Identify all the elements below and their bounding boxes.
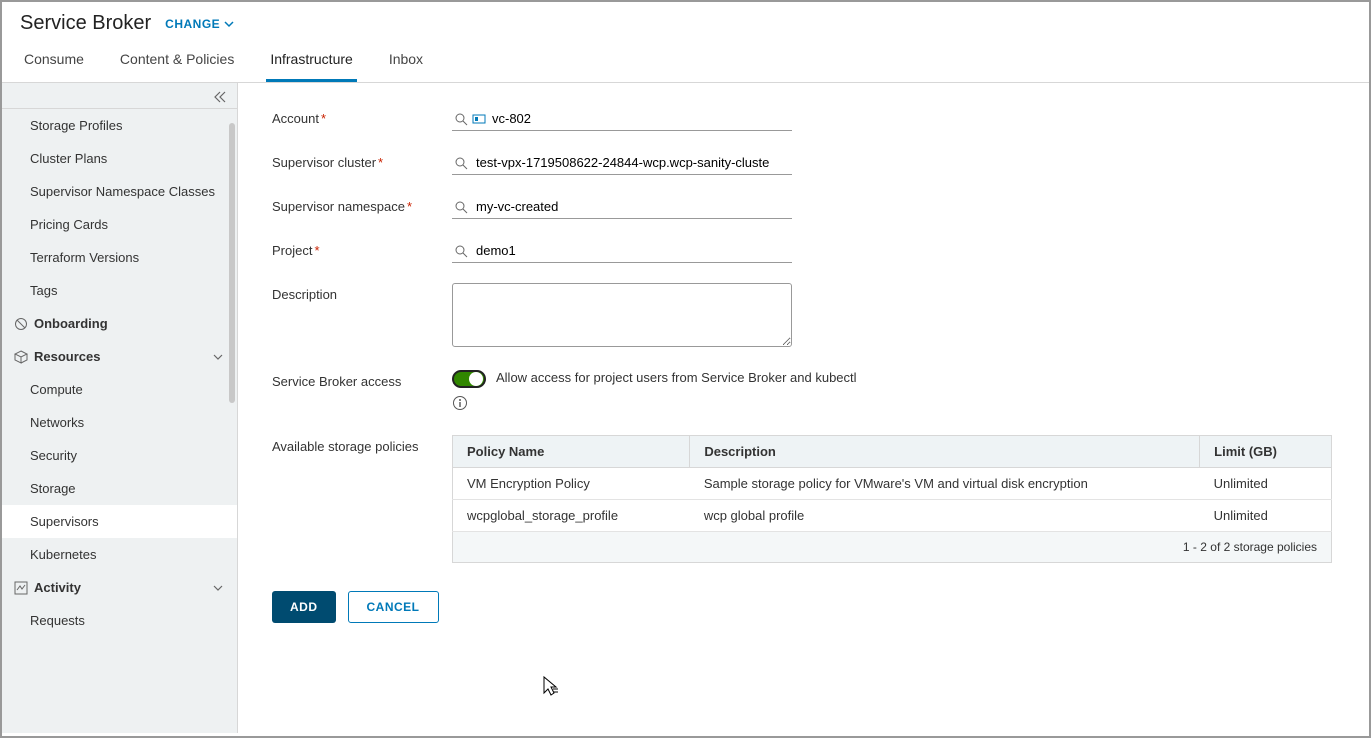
sidebar-item-supervisors[interactable]: Supervisors [2, 505, 237, 538]
cell-policy: VM Encryption Policy [453, 467, 690, 499]
label-project: Project* [272, 239, 452, 263]
label-description: Description [272, 283, 452, 350]
sidebar-item-security[interactable]: Security [2, 439, 237, 472]
description-textarea[interactable] [452, 283, 792, 347]
collapse-sidebar-icon[interactable] [213, 88, 227, 103]
table-row[interactable]: wcpglobal_storage_profilewcp global prof… [453, 499, 1332, 531]
sidebar: Storage Profiles Cluster Plans Superviso… [2, 83, 238, 733]
main-content: Account* Supervisor cluster* Supervisor … [238, 83, 1369, 733]
tab-infrastructure[interactable]: Infrastructure [266, 41, 356, 82]
chevron-down-icon [213, 352, 223, 362]
supervisor-namespace-input[interactable] [452, 195, 792, 219]
sidebar-item-compute[interactable]: Compute [2, 373, 237, 406]
sidebar-group-activity[interactable]: Activity [2, 571, 237, 604]
label-sb-access: Service Broker access [272, 370, 452, 411]
info-icon[interactable] [452, 394, 857, 411]
sidebar-item-terraform-versions[interactable]: Terraform Versions [2, 241, 237, 274]
app-title: Service Broker [20, 12, 151, 35]
change-label: CHANGE [165, 17, 220, 31]
search-icon [454, 198, 468, 214]
cell-limit: Unlimited [1200, 467, 1332, 499]
label-supervisor-namespace: Supervisor namespace* [272, 195, 452, 219]
sidebar-item-pricing-cards[interactable]: Pricing Cards [2, 208, 237, 241]
sidebar-item-requests[interactable]: Requests [2, 604, 237, 637]
tab-inbox[interactable]: Inbox [385, 41, 427, 82]
resources-label: Resources [34, 349, 100, 364]
onboarding-icon [14, 317, 28, 331]
sidebar-item-tags[interactable]: Tags [2, 274, 237, 307]
cell-desc: Sample storage policy for VMware's VM an… [690, 467, 1200, 499]
sidebar-collapse-strip [2, 83, 237, 109]
label-supervisor-cluster: Supervisor cluster* [272, 151, 452, 175]
search-icon [454, 110, 468, 126]
project-input[interactable] [452, 239, 792, 263]
sidebar-item-supervisor-namespace-classes[interactable]: Supervisor Namespace Classes [2, 175, 237, 208]
cell-desc: wcp global profile [690, 499, 1200, 531]
primary-tabs: Consume Content & Policies Infrastructur… [2, 41, 1369, 83]
cursor-icon [542, 675, 560, 697]
tab-content-policies[interactable]: Content & Policies [116, 41, 238, 82]
sidebar-item-storage-profiles[interactable]: Storage Profiles [2, 109, 237, 142]
search-icon [454, 242, 468, 258]
col-description[interactable]: Description [690, 435, 1200, 467]
search-icon [454, 154, 468, 170]
sidebar-group-onboarding[interactable]: Onboarding [2, 307, 237, 340]
activity-label: Activity [34, 580, 81, 595]
sidebar-item-kubernetes[interactable]: Kubernetes [2, 538, 237, 571]
chevron-down-icon [213, 583, 223, 593]
activity-icon [14, 581, 28, 595]
add-button[interactable]: ADD [272, 591, 336, 623]
sidebar-item-storage[interactable]: Storage [2, 472, 237, 505]
storage-policies-table: Policy Name Description Limit (GB) VM En… [452, 435, 1332, 563]
change-context-button[interactable]: CHANGE [165, 17, 234, 31]
app-header: Service Broker CHANGE [2, 2, 1369, 41]
table-row[interactable]: VM Encryption PolicySample storage polic… [453, 467, 1332, 499]
account-input[interactable] [452, 107, 792, 131]
sb-access-description: Allow access for project users from Serv… [496, 370, 857, 385]
label-account: Account* [272, 107, 452, 131]
onboarding-label: Onboarding [34, 316, 108, 331]
sidebar-scrollbar[interactable] [229, 123, 235, 403]
cube-icon [14, 350, 28, 364]
sidebar-group-resources[interactable]: Resources [2, 340, 237, 373]
label-storage-policies: Available storage policies [272, 435, 452, 456]
tab-consume[interactable]: Consume [20, 41, 88, 82]
vcenter-icon [472, 110, 486, 126]
table-footer: 1 - 2 of 2 storage policies [453, 531, 1332, 562]
cell-policy: wcpglobal_storage_profile [453, 499, 690, 531]
chevron-down-icon [224, 19, 234, 29]
sb-access-toggle[interactable] [452, 370, 486, 388]
col-policy-name[interactable]: Policy Name [453, 435, 690, 467]
sidebar-item-cluster-plans[interactable]: Cluster Plans [2, 142, 237, 175]
supervisor-cluster-input[interactable] [452, 151, 792, 175]
sidebar-item-networks[interactable]: Networks [2, 406, 237, 439]
col-limit[interactable]: Limit (GB) [1200, 435, 1332, 467]
cancel-button[interactable]: CANCEL [348, 591, 439, 623]
cell-limit: Unlimited [1200, 499, 1332, 531]
